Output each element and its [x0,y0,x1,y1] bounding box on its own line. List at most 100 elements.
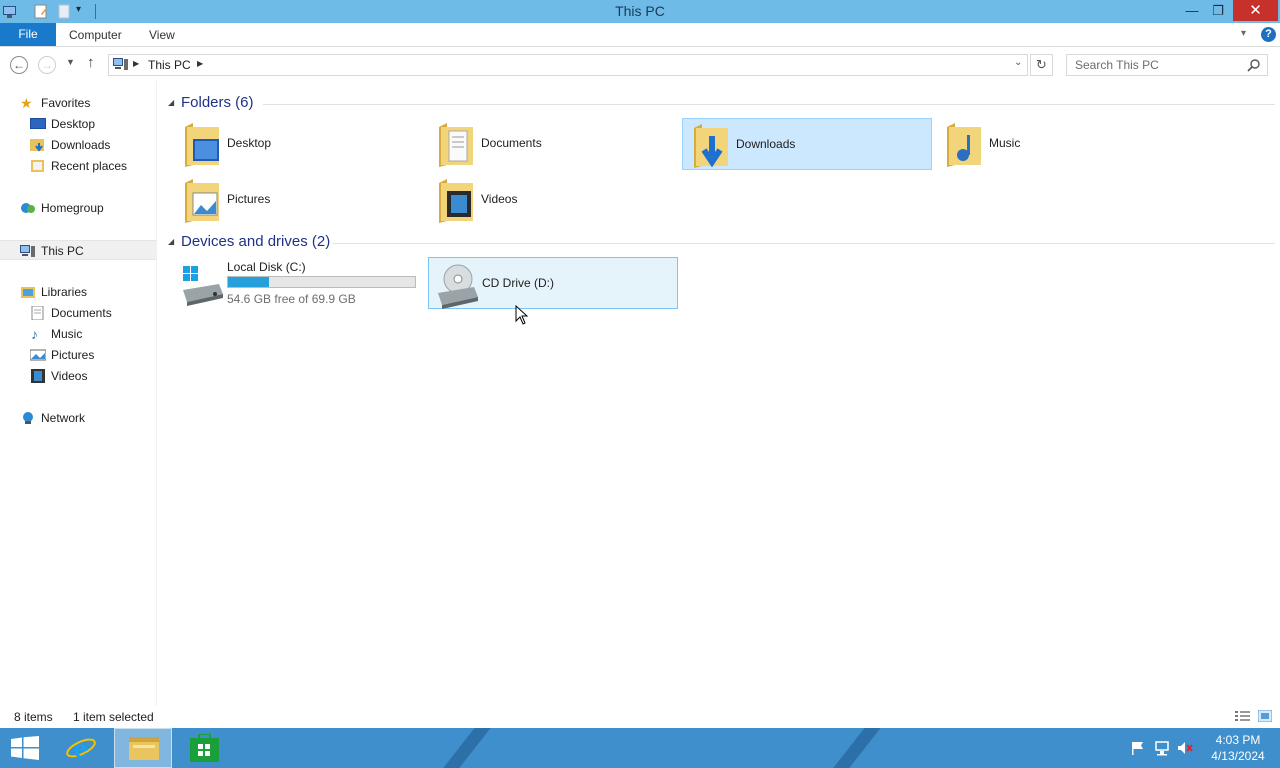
folder-tile-desktop[interactable]: Desktop [174,118,424,170]
drive-name: Local Disk (C:) [227,260,306,274]
folder-label: Documents [481,136,542,150]
nav-network[interactable]: Network [0,408,157,428]
group-heading-folders[interactable]: Folders (6) [181,94,254,114]
drive-tile-local-disk[interactable]: Local Disk (C:) 54.6 GB free of 69.9 GB [174,257,424,309]
nav-libraries-documents[interactable]: Documents [0,303,157,323]
nav-favorites-recent-places[interactable]: Recent places [0,156,157,176]
taskbar-decoration [817,728,889,768]
tab-computer[interactable]: Computer [69,23,122,46]
nav-label: Documents [51,306,112,320]
folder-tile-documents[interactable]: Documents [428,118,678,170]
action-center-flag-icon[interactable] [1130,740,1146,756]
refresh-button[interactable]: ↻ [1030,54,1053,76]
nav-favorites-downloads[interactable]: Downloads [0,135,157,155]
computer-icon [113,58,128,70]
nav-libraries-music[interactable]: ♪ Music [0,324,157,344]
window-title: This PC [615,3,665,19]
restore-button[interactable]: ❐ [1205,0,1231,21]
close-button[interactable]: ✕ [1233,0,1278,21]
back-button[interactable]: ← [10,56,28,74]
start-windows-icon[interactable] [11,736,39,760]
status-item-count: 8 items [14,710,53,724]
downloads-folder-icon [694,124,728,168]
folder-label: Downloads [736,137,796,151]
pictures-folder-icon [185,179,219,223]
nav-homegroup-label: Homegroup [41,201,104,215]
tab-view[interactable]: View [149,23,175,46]
navigation-pane: ★ Favorites Desktop Downloads Recent pla… [0,81,157,706]
nav-libraries-label: Libraries [41,285,88,299]
folder-tile-videos[interactable]: Videos [428,174,678,226]
collapse-group-icon[interactable]: ◢ [168,237,174,246]
clock-date: 4/13/2024 [1211,749,1265,763]
folder-tile-downloads[interactable]: Downloads [682,118,932,170]
help-icon[interactable]: ? [1261,27,1276,42]
folder-label: Videos [481,192,518,206]
nav-libraries-pictures[interactable]: Pictures [0,345,157,365]
recent-locations-dropdown[interactable]: ▼ [66,57,75,67]
folder-tile-pictures[interactable]: Pictures [174,174,424,226]
drive-tile-cd-drive[interactable]: CD Drive (D:) [428,257,678,309]
pictures-icon [30,349,46,361]
breadcrumb-chevron-icon[interactable]: ▶ [133,59,139,68]
volume-muted-icon[interactable] [1177,740,1193,756]
collapse-group-icon[interactable]: ◢ [168,98,174,107]
disk-usage-bar [227,276,416,288]
up-button[interactable]: ↑ [87,54,95,71]
nav-homegroup[interactable]: Homegroup [0,198,157,218]
address-bar[interactable]: ▶ This PC ▶ ⌄ [108,54,1028,76]
nav-this-pc[interactable]: This PC [0,240,157,260]
disk-usage-fill [228,277,269,287]
breadcrumb-chevron-icon[interactable]: ▶ [197,59,203,68]
address-history-chevron-icon[interactable]: ⌄ [1014,57,1022,68]
taskbar-store[interactable] [176,728,234,768]
network-tray-icon[interactable] [1154,740,1170,756]
nav-network-label: Network [41,411,86,425]
nav-favorites[interactable]: ★ Favorites [0,93,157,113]
group-heading-devices[interactable]: Devices and drives (2) [181,233,330,253]
status-bar: 8 items 1 item selected [0,706,1280,728]
music-folder-icon [947,123,981,167]
taskbar-internet-explorer[interactable]: e [52,728,110,768]
nav-favorites-label: Favorites [41,96,91,110]
videos-icon [31,369,45,383]
title-bar: ▾ This PC — ❐ ✕ [0,0,1280,23]
libraries-icon [21,287,35,298]
breadcrumb-this-pc[interactable]: This PC [148,58,191,72]
computer-icon [20,245,35,257]
nav-libraries[interactable]: Libraries [0,282,157,302]
desktop-folder-icon [185,123,219,167]
large-icons-view-icon[interactable] [1258,710,1272,722]
music-note-icon: ♪ [31,326,38,342]
store-icon [190,734,219,762]
tab-file[interactable]: File [0,23,56,46]
folder-label: Pictures [227,192,271,206]
documents-folder-icon [439,123,473,167]
details-view-icon[interactable] [1235,710,1250,722]
taskbar: e 4:03 PM 4/13/2024 [0,728,1280,768]
downloads-folder-icon [30,139,44,152]
network-icon [23,412,33,424]
minimize-button[interactable]: — [1179,0,1205,21]
search-box[interactable] [1066,54,1268,76]
recent-places-icon [31,160,44,172]
hard-drive-icon [183,266,223,306]
taskbar-file-explorer[interactable] [114,728,172,768]
forward-button[interactable]: → [38,56,56,74]
cd-drive-icon [438,264,478,309]
address-row: ← → ▼ ↑ ▶ This PC ▶ ⌄ ↻ [0,48,1280,81]
taskbar-clock[interactable]: 4:03 PM 4/13/2024 [1203,732,1273,764]
nav-label: Videos [51,369,88,383]
taskbar-decoration [427,728,499,768]
mouse-cursor-icon [515,305,529,325]
expand-ribbon-chevron-icon[interactable]: ▾ [1241,28,1246,39]
status-selection: 1 item selected [73,710,154,724]
drive-free-space: 54.6 GB free of 69.9 GB [227,292,356,306]
nav-libraries-videos[interactable]: Videos [0,366,157,386]
nav-label: Desktop [51,117,96,131]
search-icon[interactable] [1247,58,1261,72]
nav-favorites-desktop[interactable]: Desktop [0,114,157,134]
search-input[interactable] [1075,55,1245,75]
group-divider [333,243,1275,244]
folder-tile-music[interactable]: Music [936,118,1186,170]
